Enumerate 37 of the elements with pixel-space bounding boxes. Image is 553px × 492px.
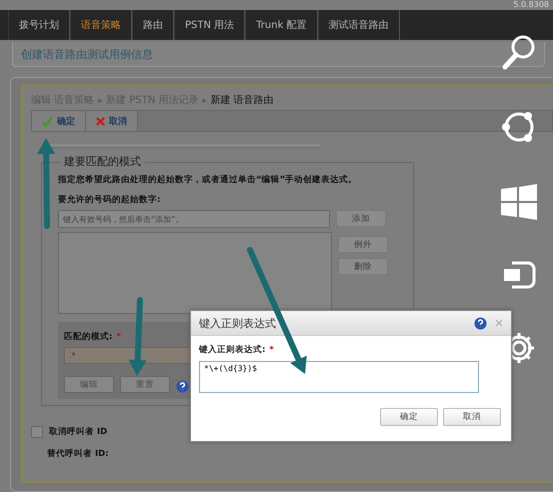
ok-button[interactable]: 确定 xyxy=(380,408,438,426)
share-icon[interactable] xyxy=(502,110,536,144)
nav-tab[interactable]: Trunk 配置 xyxy=(245,10,318,40)
field-label: 键入正则表达式: * xyxy=(199,344,274,356)
info-text: 创建语音路由测试用例信息 xyxy=(21,46,153,62)
list-action-button[interactable]: 例外 xyxy=(338,236,388,253)
regex-input-field[interactable]: *\+(\d{3})$ xyxy=(199,361,479,393)
search-icon[interactable] xyxy=(502,34,536,70)
ok-button[interactable]: 确定 xyxy=(32,111,86,131)
checkbox[interactable] xyxy=(31,426,43,438)
check-icon xyxy=(42,116,53,126)
help-icon[interactable] xyxy=(176,380,189,393)
breadcrumb-separator: ▸ xyxy=(202,96,207,104)
nav-tab[interactable]: PSTN 用法 xyxy=(174,10,246,40)
description-text: 指定您希望此路由处理的起始数字，或者通过单击“编辑”手动创建表达式。 xyxy=(58,175,358,186)
breadcrumb-separator: ▸ xyxy=(98,96,102,104)
checkbox-label: 取消呼叫者 ID xyxy=(49,426,108,438)
cancel-button[interactable]: 取消 xyxy=(443,408,501,426)
x-icon xyxy=(96,116,105,126)
dialog-title: 键入正则表达式 xyxy=(199,316,277,330)
digits-input-field[interactable]: 键入有效号码，然后单击“添加”。 xyxy=(58,210,330,228)
add-button[interactable]: 添加 xyxy=(336,210,386,227)
field-label: 匹配的模式: * xyxy=(64,331,122,343)
windows-logo-icon[interactable] xyxy=(501,184,537,220)
nav-tab[interactable]: 路由 xyxy=(132,10,174,40)
cancel-button[interactable]: 取消 xyxy=(86,111,138,131)
breadcrumb-item: 新建 语音路由 xyxy=(210,94,274,107)
help-icon[interactable] xyxy=(474,316,487,330)
group-legend: 建要匹配的模式 xyxy=(60,154,145,169)
version-text: 5.0.8308 xyxy=(513,0,549,10)
devices-icon[interactable] xyxy=(502,260,536,290)
field-label: 替代呼叫者 ID: xyxy=(47,448,110,460)
field-label: 要允许的号码的起始数字: xyxy=(58,194,162,206)
nav-tab[interactable]: 测试语音路由 xyxy=(318,10,400,40)
nav-tab[interactable]: 语音策略 xyxy=(70,10,132,40)
nav-tab[interactable]: 拨号计划 xyxy=(8,10,70,40)
list-action-button[interactable]: 删除 xyxy=(338,258,388,275)
